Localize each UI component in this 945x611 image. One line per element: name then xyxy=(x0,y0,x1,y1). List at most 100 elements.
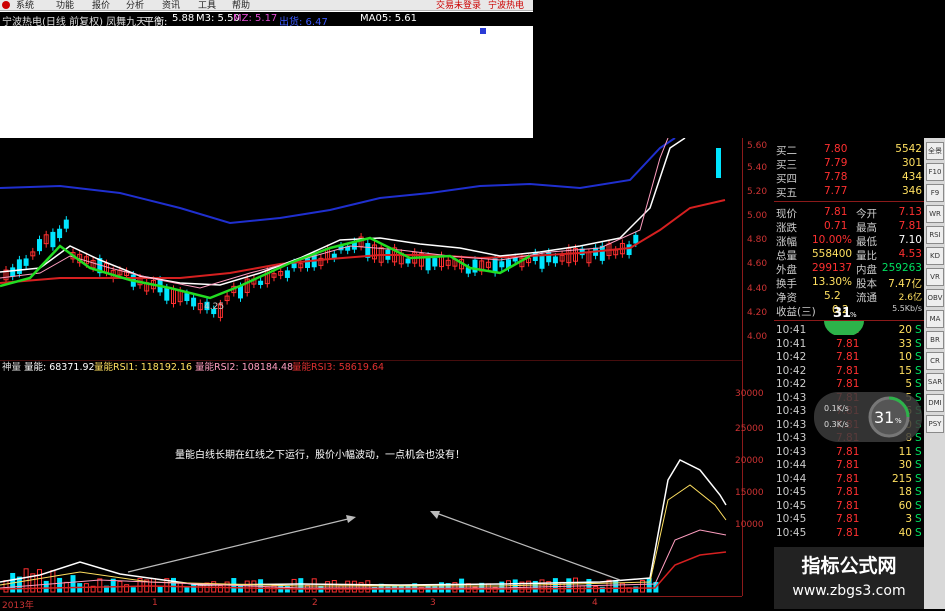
tick-price: 7.81 xyxy=(836,499,860,512)
volume-tick: 25000 xyxy=(735,424,764,434)
volume-tick: 15000 xyxy=(735,488,764,498)
stat-row: 涨幅 10.00% 最低 7.10 xyxy=(776,234,922,248)
candle xyxy=(164,287,170,301)
candle xyxy=(492,258,498,274)
speed-gauge-widget[interactable]: 0.1K/s 0.3K/s 31 % xyxy=(814,392,922,442)
toolbar-button[interactable]: DMI xyxy=(926,394,944,412)
tick-price: 7.81 xyxy=(836,337,860,350)
candle xyxy=(499,261,505,268)
bid-volume: 301 xyxy=(901,157,922,169)
tick-price: 7.81 xyxy=(836,459,860,471)
menu-analysis[interactable]: 分析 xyxy=(126,0,144,11)
toolbar-button[interactable]: KD xyxy=(926,247,944,265)
tick-side: S xyxy=(915,459,922,471)
bid-label: 买四 xyxy=(776,173,797,185)
volume-bar xyxy=(130,587,136,593)
volume-bar xyxy=(70,575,76,593)
menu-system[interactable]: 系统 xyxy=(16,0,34,11)
watermark-title: 指标公式网 xyxy=(801,555,897,577)
gauge-big-unit: % xyxy=(895,417,902,425)
candle xyxy=(37,239,42,252)
arrow-right-line xyxy=(435,512,621,581)
volume-tick: 30000 xyxy=(735,389,764,399)
volume-bar xyxy=(351,580,357,593)
volume-bar xyxy=(43,580,49,593)
volume-bar xyxy=(552,578,558,593)
volume-bar xyxy=(157,586,163,593)
watermark-url: www.zbgs3.com xyxy=(792,583,906,599)
bid-row: 买二 7.80 5542 xyxy=(774,143,924,157)
gauge-ring: 31 % xyxy=(868,396,910,438)
pink-ma-line xyxy=(0,138,669,289)
toolbar-button[interactable]: RSI xyxy=(926,226,944,244)
candlestick-chart[interactable]: 4.25 xyxy=(0,138,742,360)
menu-help[interactable]: 帮助 xyxy=(232,0,250,11)
tick-time: 10:43 xyxy=(776,391,807,404)
candle xyxy=(546,251,552,263)
tick-side: S xyxy=(915,513,922,525)
stock-title: 宁波热电(日线 前复权) 凤舞九天 xyxy=(2,17,147,28)
tick-time: 10:45 xyxy=(776,526,807,539)
stat-row: 涨跌 0.71 最高 7.81 xyxy=(776,220,922,234)
tick-volume: 60 xyxy=(898,499,912,512)
right-axis: 5.60 5.40 5.20 5.00 4.80 4.60 4.40 4.20 … xyxy=(735,138,775,596)
menu-quote[interactable]: 报价 xyxy=(92,0,110,11)
candle xyxy=(552,256,558,264)
tick-time: 10:44 xyxy=(776,459,807,471)
menu-tools[interactable]: 工具 xyxy=(198,0,216,11)
toolbar-button[interactable]: MA xyxy=(926,310,944,328)
blue-band-line xyxy=(0,138,676,225)
price-tick: 4.20 xyxy=(747,308,768,318)
tick-side: S xyxy=(915,486,922,498)
tick-time: 10:43 xyxy=(776,445,807,458)
volume-bar xyxy=(97,578,103,593)
volume-bar xyxy=(539,579,545,593)
candle xyxy=(258,280,264,285)
volume-chart[interactable] xyxy=(0,360,742,596)
tick-price: 7.81 xyxy=(836,445,860,458)
date-tick: 4 xyxy=(592,598,598,608)
pingheng-value: 5.88 xyxy=(172,13,195,24)
bid-volume: 5542 xyxy=(895,143,922,155)
toolbar-button[interactable]: PSY xyxy=(926,415,944,433)
price-tick: 5.40 xyxy=(747,163,768,173)
tick-time: 10:43 xyxy=(776,405,807,417)
toolbar-button[interactable]: WR xyxy=(926,205,944,223)
toolbar-button[interactable]: F10 xyxy=(926,163,944,181)
menu-function[interactable]: 功能 xyxy=(56,0,74,11)
marker-square xyxy=(480,28,486,34)
toolbar-button[interactable]: OBV xyxy=(926,289,944,307)
download-speed: 0.3K/s xyxy=(824,420,849,429)
tick-volume: 3 xyxy=(905,513,912,525)
menu-info[interactable]: 资讯 xyxy=(162,0,180,11)
volume-bar xyxy=(191,583,197,593)
candle xyxy=(57,228,63,239)
toolbar-button[interactable]: F9 xyxy=(926,184,944,202)
tick-price: 7.81 xyxy=(836,526,860,539)
volume-bar xyxy=(566,578,572,593)
tick-time: 10:41 xyxy=(776,337,807,350)
bid-volume: 434 xyxy=(901,171,922,183)
volume-bar xyxy=(298,578,304,593)
tick-price: 7.81 xyxy=(836,472,860,485)
white-ma-line xyxy=(0,138,686,286)
tick-price: 7.81 xyxy=(836,486,860,498)
toolbar-button[interactable]: SAR xyxy=(926,373,944,391)
speed-gauge-small: 31 % xyxy=(824,306,864,335)
tick-volume: 20 xyxy=(898,324,912,336)
tick-time: 10:42 xyxy=(776,378,807,390)
toolbar-button[interactable]: 全景 xyxy=(926,142,944,160)
tick-time: 10:41 xyxy=(776,324,807,336)
price-tick: 4.60 xyxy=(747,259,768,269)
tick-side: S xyxy=(915,351,922,363)
stock-name-link[interactable]: 宁波热电 xyxy=(488,0,524,11)
toolbar-button[interactable]: CR xyxy=(926,352,944,370)
tick-side: S xyxy=(915,472,922,485)
trade-login-link[interactable]: 交易未登录 xyxy=(436,0,481,11)
app-logo-icon xyxy=(2,1,10,9)
tick-time: 10:42 xyxy=(776,351,807,363)
tick-time: 10:45 xyxy=(776,513,807,525)
toolbar-button[interactable]: BR xyxy=(926,331,944,349)
toolbar-button[interactable]: VR xyxy=(926,268,944,286)
tick-row: 10:42 7.81 15 S xyxy=(774,365,924,379)
